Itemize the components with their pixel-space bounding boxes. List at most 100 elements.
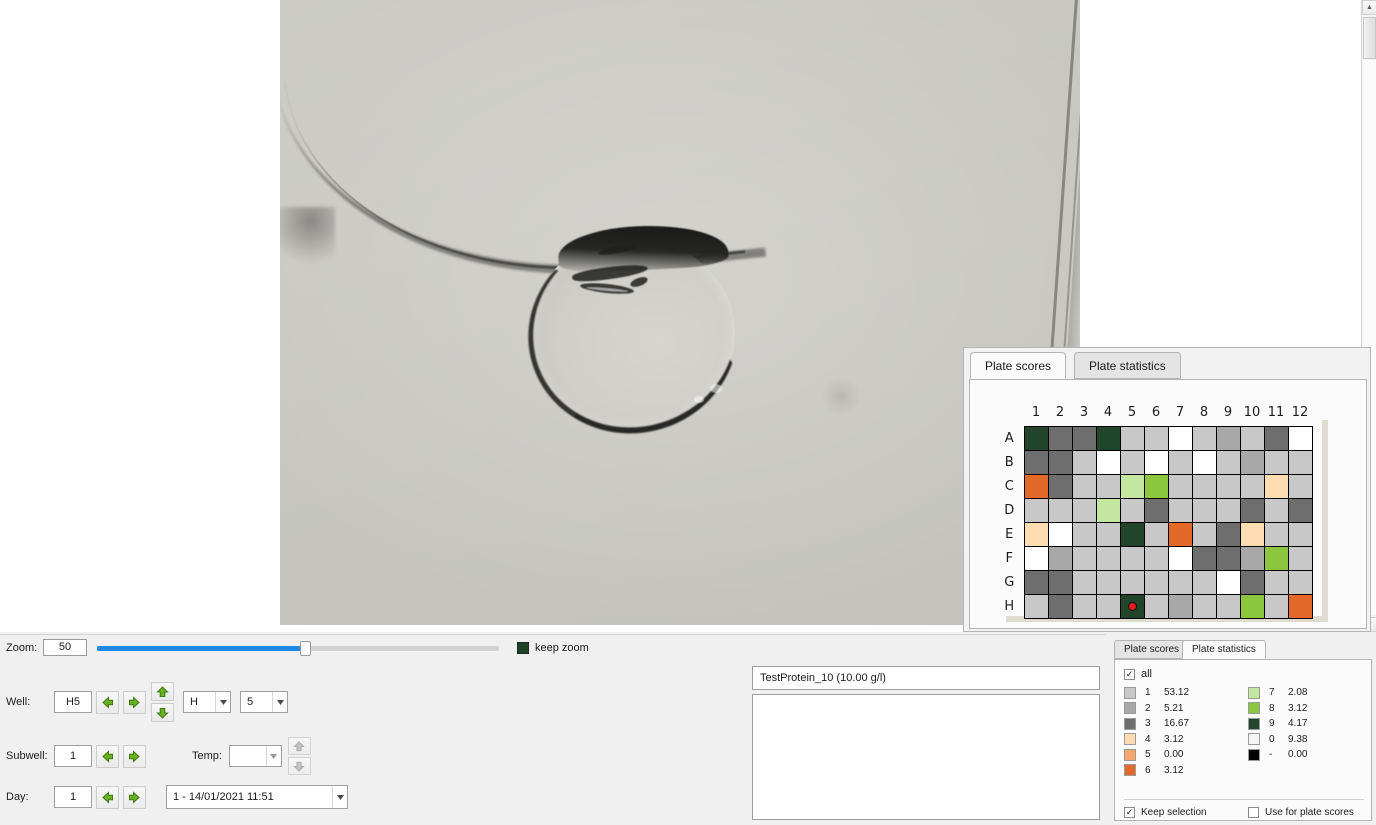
stat-entry-7[interactable]: 7 2.08	[1248, 685, 1307, 701]
plate-well-D11[interactable]	[1263, 497, 1289, 523]
notes-textarea[interactable]	[752, 694, 1100, 820]
stat-entry-6[interactable]: 6 3.12	[1124, 763, 1189, 779]
plate-column-header-4[interactable]: 4	[1096, 400, 1120, 426]
plate-column-header-2[interactable]: 2	[1048, 400, 1072, 426]
stats-tab-plate-scores[interactable]: Plate scores	[1114, 640, 1190, 659]
plate-well-B12[interactable]	[1287, 449, 1313, 475]
plate-well-H7[interactable]	[1167, 593, 1193, 619]
plate-well-B10[interactable]	[1239, 449, 1265, 475]
plate-column-header-7[interactable]: 7	[1168, 400, 1192, 426]
plate-well-A6[interactable]	[1143, 425, 1169, 451]
well-down-button[interactable]	[151, 703, 174, 722]
plate-well-A1[interactable]	[1023, 425, 1049, 451]
plate-well-C9[interactable]	[1215, 473, 1241, 499]
plate-well-E1[interactable]	[1023, 521, 1049, 547]
stats-tab-plate-statistics[interactable]: Plate statistics	[1182, 640, 1266, 659]
plate-well-C8[interactable]	[1191, 473, 1217, 499]
plate-row-header-C[interactable]: C	[1000, 474, 1024, 498]
scrollbar-thumb[interactable]	[1363, 17, 1376, 59]
plate-well-A4[interactable]	[1095, 425, 1121, 451]
plate-well-F4[interactable]	[1095, 545, 1121, 571]
plate-well-A2[interactable]	[1047, 425, 1073, 451]
plate-well-G12[interactable]	[1287, 569, 1313, 595]
plate-well-E10[interactable]	[1239, 521, 1265, 547]
plate-well-E11[interactable]	[1263, 521, 1289, 547]
day-date-select[interactable]: 1 - 14/01/2021 11:51	[166, 785, 348, 809]
plate-column-header-10[interactable]: 10	[1240, 400, 1264, 426]
plate-well-E7[interactable]	[1167, 521, 1193, 547]
plate-well-G6[interactable]	[1143, 569, 1169, 595]
day-next-button[interactable]	[123, 785, 146, 809]
plate-well-E4[interactable]	[1095, 521, 1121, 547]
plate-well-H3[interactable]	[1071, 593, 1097, 619]
plate-column-header-3[interactable]: 3	[1072, 400, 1096, 426]
crystallization-drop-image[interactable]: H5	[280, 0, 1080, 625]
plate-well-G8[interactable]	[1191, 569, 1217, 595]
zoom-slider-thumb[interactable]	[300, 640, 311, 656]
plate-well-G11[interactable]	[1263, 569, 1289, 595]
plate-row-header-G[interactable]: G	[1000, 570, 1024, 594]
plate-well-F8[interactable]	[1191, 545, 1217, 571]
use-for-plate-scores-checkbox[interactable]: Use for plate scores	[1248, 807, 1354, 818]
zoom-value-input[interactable]: 50	[43, 639, 87, 656]
plate-well-F2[interactable]	[1047, 545, 1073, 571]
all-checkbox-box[interactable]: ✓	[1124, 668, 1135, 680]
plate-column-header-1[interactable]: 1	[1024, 400, 1048, 426]
plate-well-E6[interactable]	[1143, 521, 1169, 547]
plate-well-B9[interactable]	[1215, 449, 1241, 475]
plate-well-H11[interactable]	[1263, 593, 1289, 619]
well-column-select[interactable]: 5	[240, 691, 288, 713]
plate-well-C11[interactable]	[1263, 473, 1289, 499]
well-up-button[interactable]	[151, 682, 174, 701]
plate-well-D9[interactable]	[1215, 497, 1241, 523]
zoom-slider[interactable]	[97, 639, 499, 657]
plate-well-B11[interactable]	[1263, 449, 1289, 475]
plate-well-E12[interactable]	[1287, 521, 1313, 547]
plate-well-F11[interactable]	[1263, 545, 1289, 571]
plate-well-G1[interactable]	[1023, 569, 1049, 595]
plate-well-B4[interactable]	[1095, 449, 1121, 475]
plate-well-A11[interactable]	[1263, 425, 1289, 451]
tab-plate-statistics[interactable]: Plate statistics	[1074, 352, 1181, 379]
keep-selection-checkbox[interactable]: ✓ Keep selection	[1124, 807, 1248, 818]
plate-well-D6[interactable]	[1143, 497, 1169, 523]
plate-well-D2[interactable]	[1047, 497, 1073, 523]
well-input[interactable]: H5	[54, 691, 92, 713]
subwell-next-button[interactable]	[123, 744, 146, 768]
plate-well-H12[interactable]	[1287, 593, 1313, 619]
chevron-down-icon[interactable]	[272, 692, 287, 712]
plate-well-B7[interactable]	[1167, 449, 1193, 475]
well-previous-button[interactable]	[96, 690, 119, 714]
plate-well-A7[interactable]	[1167, 425, 1193, 451]
plate-well-H8[interactable]	[1191, 593, 1217, 619]
plate-well-D1[interactable]	[1023, 497, 1049, 523]
tab-plate-scores[interactable]: Plate scores	[970, 352, 1067, 379]
plate-well-H9[interactable]	[1215, 593, 1241, 619]
plate-well-G9[interactable]	[1215, 569, 1241, 595]
plate-well-E2[interactable]	[1047, 521, 1073, 547]
plate-well-B3[interactable]	[1071, 449, 1097, 475]
plate-well-G2[interactable]	[1047, 569, 1073, 595]
use-for-plate-scores-checkbox-box[interactable]	[1248, 807, 1259, 818]
plate-well-G5[interactable]	[1119, 569, 1145, 595]
plate-well-A10[interactable]	[1239, 425, 1265, 451]
plate-well-B5[interactable]	[1119, 449, 1145, 475]
plate-well-D4[interactable]	[1095, 497, 1121, 523]
plate-well-C12[interactable]	[1287, 473, 1313, 499]
chevron-down-icon[interactable]	[265, 746, 281, 766]
chevron-down-icon[interactable]	[215, 692, 230, 712]
plate-well-G3[interactable]	[1071, 569, 1097, 595]
plate-well-E8[interactable]	[1191, 521, 1217, 547]
protein-name-field[interactable]: TestProtein_10 (10.00 g/l)	[752, 666, 1100, 690]
plate-well-A8[interactable]	[1191, 425, 1217, 451]
plate-well-C3[interactable]	[1071, 473, 1097, 499]
day-input[interactable]: 1	[54, 786, 92, 808]
plate-well-C6[interactable]	[1143, 473, 1169, 499]
well-next-button[interactable]	[123, 690, 146, 714]
day-previous-button[interactable]	[96, 785, 119, 809]
temp-up-button[interactable]	[287, 737, 311, 755]
keep-zoom-checkbox-box[interactable]	[517, 641, 529, 654]
keep-zoom-checkbox[interactable]: keep zoom	[517, 641, 589, 654]
temp-select[interactable]	[228, 745, 282, 767]
plate-well-A5[interactable]	[1119, 425, 1145, 451]
